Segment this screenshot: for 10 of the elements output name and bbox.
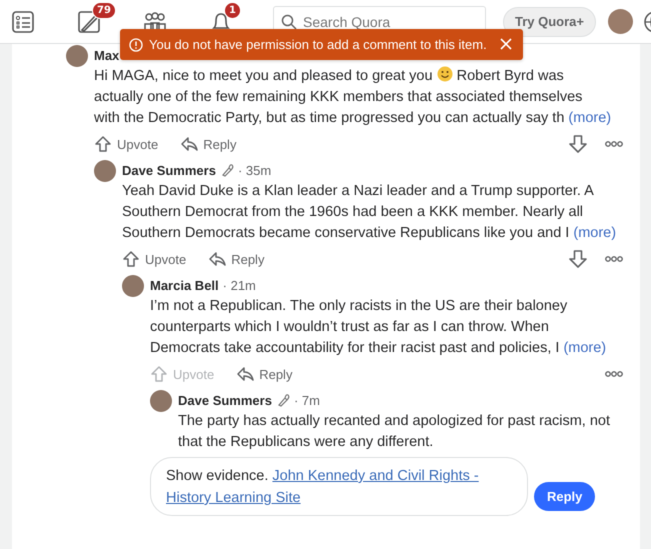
- comment-text: Yeah David Duke is a Klan leader a Nazi leader and a Trump supporter. A Southern Democrat from the 1960s had been a KKK member. Nearly all Southern Democrats became conservative Republicans like you and I (more): [122, 182, 618, 243]
- comment-text: The party has actually recanted and apologized for past racism, not that the Republicans were any different.: [178, 412, 612, 452]
- notification-badge: 1: [224, 2, 241, 18]
- timestamp: · 7m: [294, 392, 320, 408]
- toast-message: You do not have permission to add a comment to this item.: [149, 37, 488, 52]
- notification-badge: 79: [92, 2, 116, 18]
- timestamp: · 21m: [222, 278, 256, 292]
- timestamp: · 35m: [238, 162, 272, 178]
- comment-text: I’m not a Republican. The only racists in the US are their baloney counterparts which I wouldn’t trust as far as I can throw. When Democrats take accountability for their racist past and policies, I (more): [150, 297, 608, 358]
- comment-text: Hi MAGA, nice to meet you and pleased to great you Robert Byrd was actually one of the few remaining KKK members that associated themselves with the Democratic Party, but as time progressed you can actually say th (more): [94, 66, 612, 128]
